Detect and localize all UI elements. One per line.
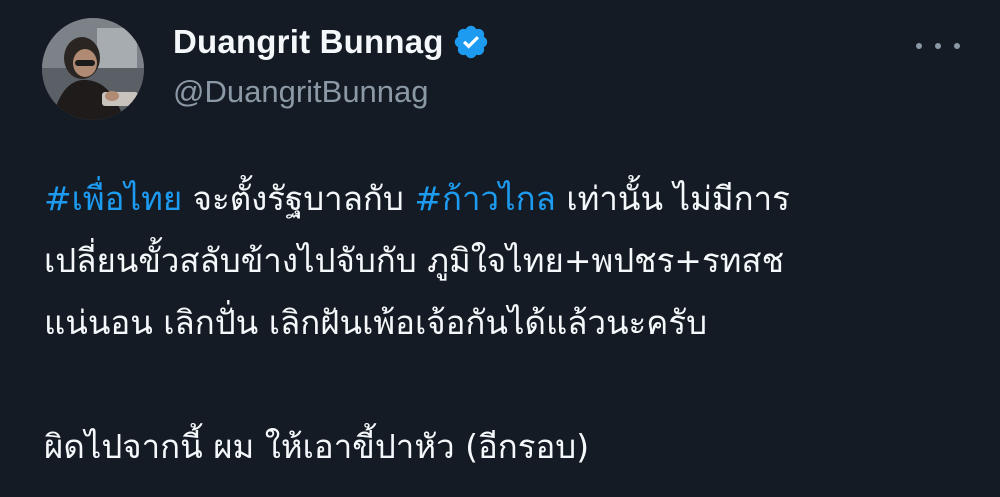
- display-name[interactable]: Duangrit Bunnag: [173, 23, 444, 61]
- user-handle[interactable]: @DuangritBunnag: [173, 74, 490, 110]
- more-options-button[interactable]: [916, 36, 960, 56]
- tweet-header: Duangrit Bunnag @DuangritBunnag: [173, 20, 490, 110]
- more-horizontal-icon-dot: [954, 43, 960, 49]
- tweet-line-1: #เพื่อไทย จะตั้งรัฐบาลกับ #ก้าวไกล เท่าน…: [44, 168, 964, 230]
- more-horizontal-icon-dot: [935, 43, 941, 49]
- name-row: Duangrit Bunnag: [173, 20, 490, 64]
- hashtag-pheu-thai[interactable]: #เพื่อไทย: [44, 179, 182, 218]
- tweet-card: Duangrit Bunnag @DuangritBunnag #เพื่อไท…: [0, 0, 1000, 497]
- more-horizontal-icon-dot: [916, 43, 922, 49]
- tweet-line-3: แน่นอน เลิกปั่น เลิกฝันเพ้อเจ้อกันได้แล้…: [44, 303, 708, 342]
- verified-badge-icon: [452, 23, 490, 61]
- tweet-text: #เพื่อไทย จะตั้งรัฐบาลกับ #ก้าวไกล เท่าน…: [44, 168, 964, 478]
- tweet-text-segment: จะตั้งรัฐบาลกับ: [182, 179, 415, 218]
- tweet-line-2: เปลี่ยนขั้วสลับข้างไปจับกับ ภูมิใจไทย+พป…: [44, 241, 784, 280]
- tweet-text-segment: เท่านั้น ไม่มีการ: [555, 179, 790, 218]
- hashtag-move-forward[interactable]: #ก้าวไกล: [414, 179, 556, 218]
- avatar-image: [42, 18, 144, 120]
- avatar[interactable]: [42, 18, 144, 120]
- tweet-line-5: ผิดไปจากนี้ ผม ให้เอาขี้ปาหัว (อีกรอบ): [44, 427, 590, 466]
